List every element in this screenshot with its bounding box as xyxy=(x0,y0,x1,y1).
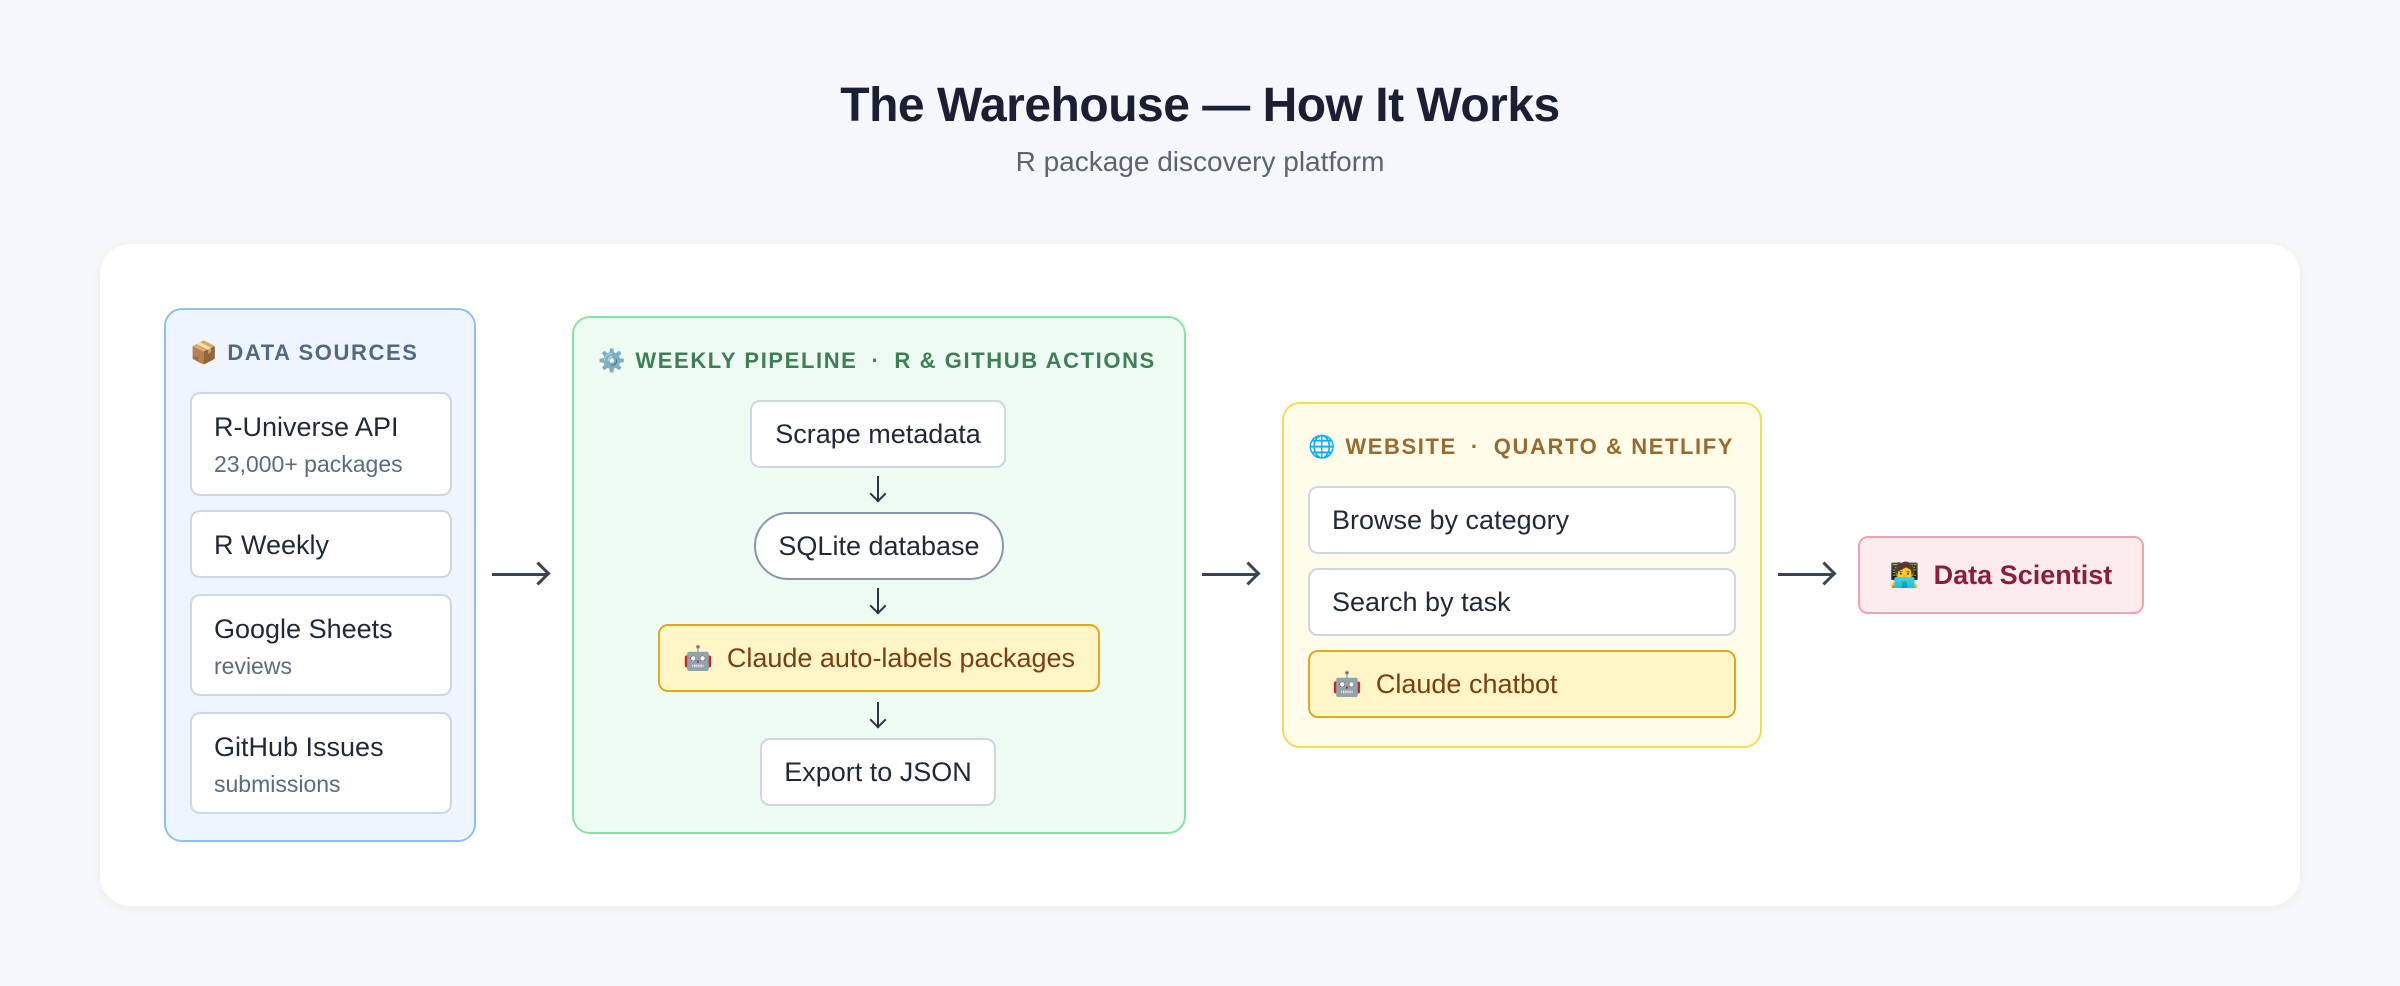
robot-icon: 🤖 xyxy=(1332,670,1362,698)
source-github-issues: GitHub Issues submissions xyxy=(190,712,452,814)
arrow-right-icon xyxy=(1778,561,1837,586)
website-claude-chatbot: 🤖 Claude chatbot xyxy=(1308,650,1736,718)
pipeline-title: WEEKLY PIPELINE xyxy=(635,348,858,373)
website-item-label: Browse by category xyxy=(1332,504,1570,535)
data-sources-header: 📦 DATA SOURCES xyxy=(190,340,419,366)
website-item-label: Claude chatbot xyxy=(1375,668,1558,699)
website-tech: QUARTO & NETLIFY xyxy=(1493,434,1735,459)
website-header: 🌐 WEBSITE · QUARTO & NETLIFY xyxy=(1308,434,1734,460)
source-sublabel: reviews xyxy=(214,653,292,679)
step-label: SQLite database xyxy=(778,530,980,561)
data-sources-title: DATA SOURCES xyxy=(227,340,419,365)
page-title: The Warehouse — How It Works xyxy=(840,79,1560,132)
step-label: Scrape metadata xyxy=(775,418,981,449)
package-icon: 📦 xyxy=(190,340,218,365)
pipeline-header: ⚙️ WEEKLY PIPELINE · R & GITHUB ACTIONS xyxy=(598,348,1156,374)
pipeline-tech: R & GITHUB ACTIONS xyxy=(894,348,1156,373)
step-export-json: Export to JSON xyxy=(760,738,996,806)
step-claude-auto-labels: 🤖 Claude auto-labels packages xyxy=(658,624,1100,692)
source-r-weekly: R Weekly xyxy=(190,510,452,578)
step-label: Export to JSON xyxy=(784,756,972,787)
gear-icon: ⚙️ xyxy=(598,348,626,373)
globe-icon: 🌐 xyxy=(1308,434,1336,459)
website-browse-by-category: Browse by category xyxy=(1308,486,1736,554)
website-item-label: Search by task xyxy=(1332,586,1511,617)
header-separator: · xyxy=(871,348,881,373)
step-scrape-metadata: Scrape metadata xyxy=(750,400,1006,468)
arrow-right-icon xyxy=(492,561,551,586)
source-label: GitHub Issues xyxy=(214,732,384,762)
source-label: R-Universe API xyxy=(214,412,399,442)
website-panel: 🌐 WEBSITE · QUARTO & NETLIFY Browse by cate… xyxy=(1282,402,1762,748)
arrow-right-icon xyxy=(1202,561,1261,586)
data-scientist-node: 🧑‍💻 Data Scientist xyxy=(1858,536,2144,614)
data-sources-panel: 📦 DATA SOURCES R-Universe API 23,000+ pac… xyxy=(164,308,476,842)
source-sublabel: 23,000+ packages xyxy=(214,451,403,477)
website-search-by-task: Search by task xyxy=(1308,568,1736,636)
arrow-down-icon xyxy=(866,476,890,503)
robot-icon: 🤖 xyxy=(682,644,713,672)
source-label: R Weekly xyxy=(214,530,330,560)
source-r-universe-api: R-Universe API 23,000+ packages xyxy=(190,392,452,496)
arrow-down-icon xyxy=(866,588,890,615)
weekly-pipeline-panel: ⚙️ WEEKLY PIPELINE · R & GITHUB ACTIONS Scr… xyxy=(572,316,1186,834)
source-label: Google Sheets xyxy=(214,614,393,644)
arrow-down-icon xyxy=(866,702,890,729)
step-sqlite-database: SQLite database xyxy=(754,512,1004,580)
scientist-icon: 🧑‍💻 xyxy=(1889,561,1920,589)
header-separator: · xyxy=(1470,434,1480,459)
website-title: WEBSITE xyxy=(1345,434,1457,459)
source-google-sheets: Google Sheets reviews xyxy=(190,594,452,696)
step-label: Claude auto-labels packages xyxy=(726,642,1076,673)
source-sublabel: submissions xyxy=(214,771,341,797)
page-subtitle: R package discovery platform xyxy=(1015,146,1385,177)
diagram-canvas: 📦 DATA SOURCES R-Universe API 23,000+ pac… xyxy=(100,244,2300,906)
data-scientist-label: Data Scientist xyxy=(1933,559,2113,590)
